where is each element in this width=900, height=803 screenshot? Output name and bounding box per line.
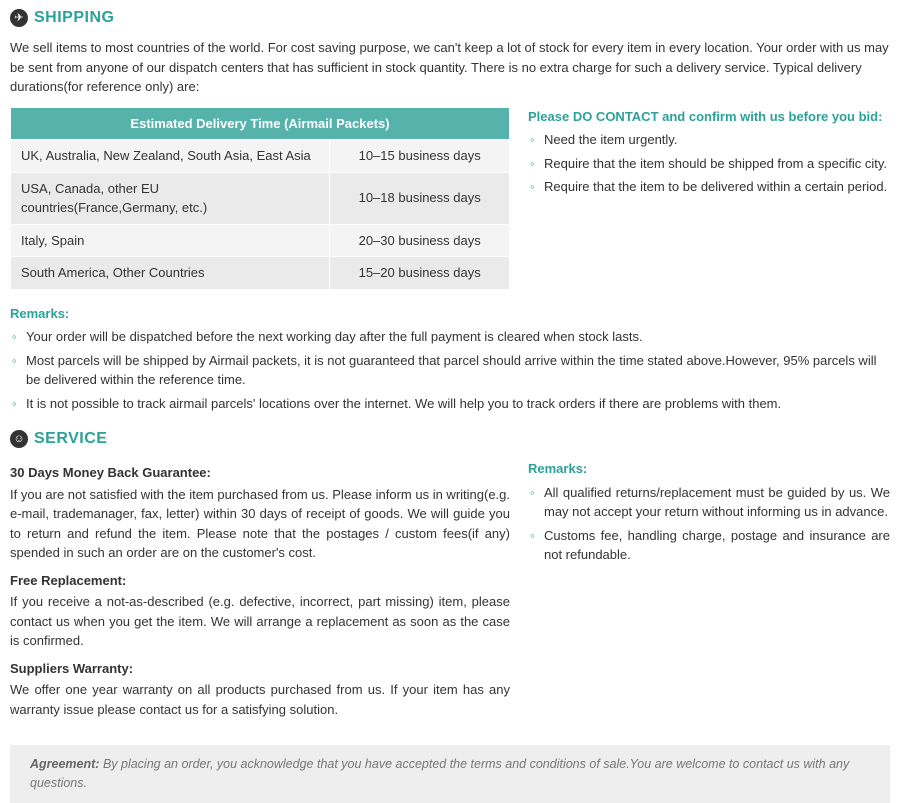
agreement-bar: Agreement: By placing an order, you ackn… — [10, 745, 890, 803]
guarantee-body: If you are not satisfied with the item p… — [10, 485, 510, 563]
replacement-head: Free Replacement: — [10, 571, 510, 591]
remarks-label: Remarks: — [10, 304, 890, 324]
shipping-remarks: Remarks: Your order will be dispatched b… — [10, 304, 890, 414]
shipping-title: SHIPPING — [34, 6, 114, 30]
table-row: USA, Canada, other EU countries(France,G… — [11, 172, 510, 224]
service-columns: 30 Days Money Back Guarantee: If you are… — [10, 459, 890, 727]
region-cell: South America, Other Countries — [11, 257, 330, 290]
service-header: ☺ SERVICE — [10, 427, 890, 451]
delivery-table-wrap: Estimated Delivery Time (Airmail Packets… — [10, 107, 510, 290]
warranty-body: We offer one year warranty on all produc… — [10, 680, 510, 719]
contact-before-bid: Please DO CONTACT and confirm with us be… — [528, 107, 890, 290]
region-cell: UK, Australia, New Zealand, South Asia, … — [11, 140, 330, 173]
delivery-table-header: Estimated Delivery Time (Airmail Packets… — [11, 107, 510, 140]
service-right: Remarks: All qualified returns/replaceme… — [528, 459, 890, 727]
service-left: 30 Days Money Back Guarantee: If you are… — [10, 459, 510, 727]
duration-cell: 15–20 business days — [330, 257, 510, 290]
contact-list: Need the item urgently. Require that the… — [528, 130, 890, 197]
shipping-header: ✈ SHIPPING — [10, 6, 890, 30]
region-cell: USA, Canada, other EU countries(France,G… — [11, 172, 330, 224]
plane-icon: ✈ — [10, 9, 28, 27]
table-row: South America, Other Countries 15–20 bus… — [11, 257, 510, 290]
replacement-body: If you receive a not-as-described (e.g. … — [10, 592, 510, 651]
shipping-columns: Estimated Delivery Time (Airmail Packets… — [10, 107, 890, 290]
remarks-list: Your order will be dispatched before the… — [10, 327, 890, 413]
list-item: It is not possible to track airmail parc… — [10, 394, 890, 414]
headset-icon: ☺ — [10, 430, 28, 448]
service-remarks-list: All qualified returns/replacement must b… — [528, 483, 890, 565]
duration-cell: 10–15 business days — [330, 140, 510, 173]
service-remarks-label: Remarks: — [528, 459, 890, 479]
warranty-head: Suppliers Warranty: — [10, 659, 510, 679]
list-item: Require that the item to be delivered wi… — [528, 177, 890, 197]
contact-heading: Please DO CONTACT and confirm with us be… — [528, 107, 890, 127]
list-item: All qualified returns/replacement must b… — [528, 483, 890, 522]
list-item: Need the item urgently. — [528, 130, 890, 150]
agreement-text: By placing an order, you acknowledge tha… — [30, 757, 849, 790]
list-item: Customs fee, handling charge, postage an… — [528, 526, 890, 565]
table-row: Italy, Spain 20–30 business days — [11, 224, 510, 257]
guarantee-head: 30 Days Money Back Guarantee: — [10, 463, 510, 483]
table-row: UK, Australia, New Zealand, South Asia, … — [11, 140, 510, 173]
list-item: Your order will be dispatched before the… — [10, 327, 890, 347]
shipping-intro: We sell items to most countries of the w… — [10, 38, 890, 97]
agreement-label: Agreement: — [30, 757, 99, 771]
list-item: Require that the item should be shipped … — [528, 154, 890, 174]
delivery-table: Estimated Delivery Time (Airmail Packets… — [10, 107, 510, 290]
duration-cell: 10–18 business days — [330, 172, 510, 224]
list-item: Most parcels will be shipped by Airmail … — [10, 351, 890, 390]
region-cell: Italy, Spain — [11, 224, 330, 257]
service-title: SERVICE — [34, 427, 107, 451]
duration-cell: 20–30 business days — [330, 224, 510, 257]
